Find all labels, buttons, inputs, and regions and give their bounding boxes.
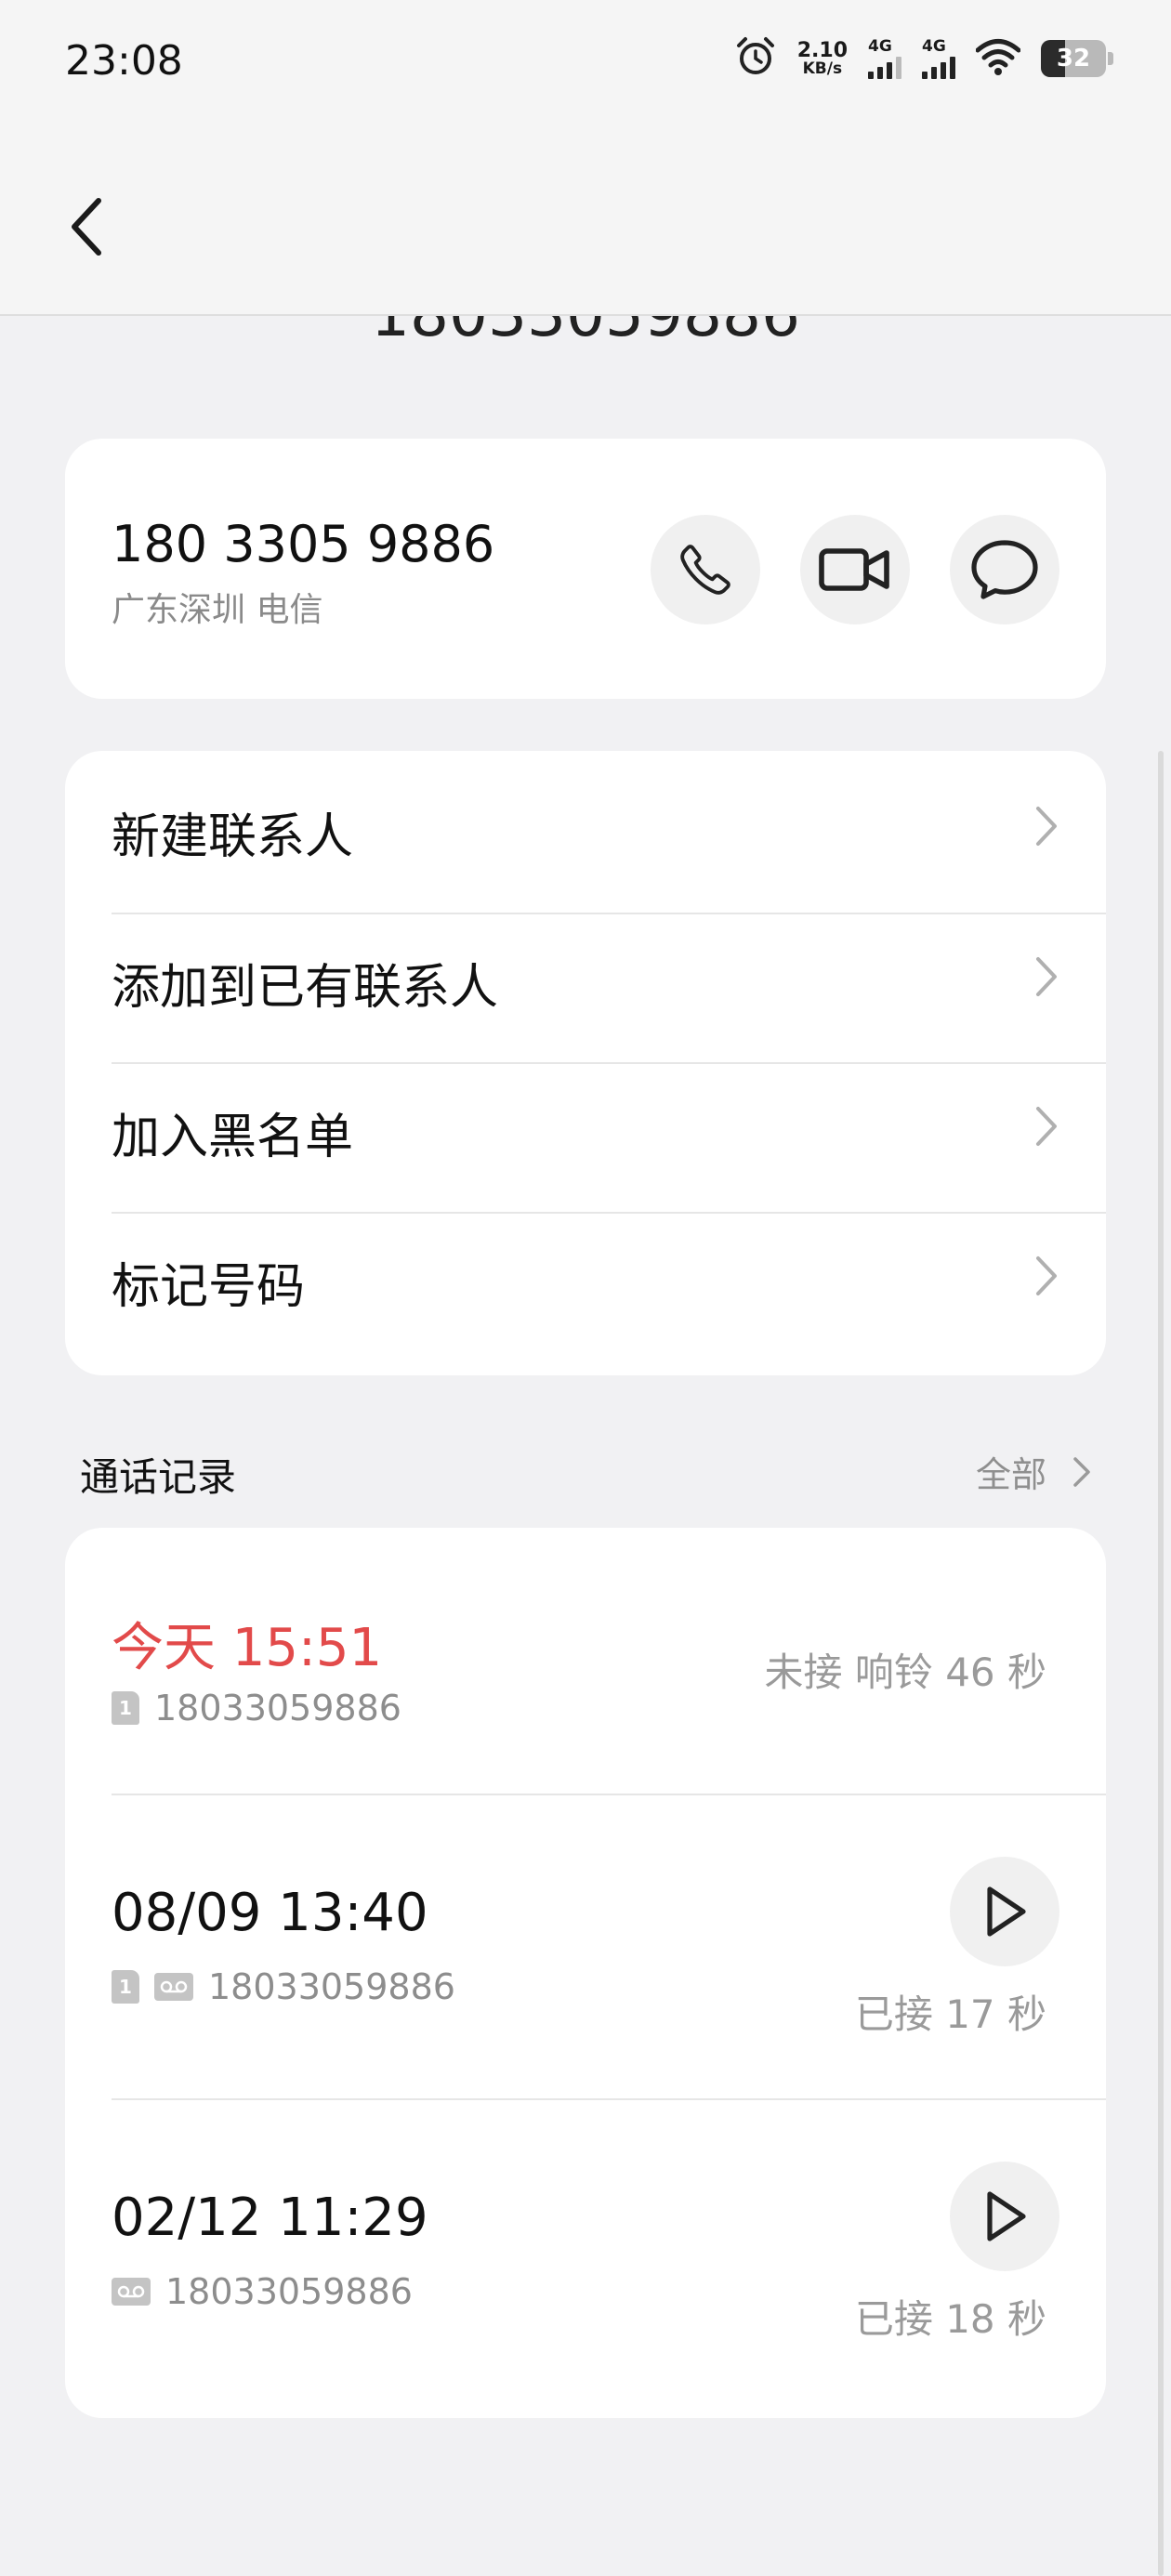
- menu-item-label: 添加到已有联系人: [112, 960, 499, 1016]
- message-button[interactable]: [950, 515, 1059, 624]
- signal-sim1: 4G: [868, 36, 901, 79]
- signal-icon: [922, 56, 955, 79]
- chevron-right-icon: [1073, 1456, 1090, 1487]
- signal-sim2: 4G: [922, 36, 955, 79]
- chevron-left-icon: [72, 198, 101, 256]
- battery-level: 32: [1056, 45, 1091, 72]
- call-number: 18033059886: [154, 1688, 401, 1728]
- call-subline: 1 18033059886: [112, 1966, 455, 2007]
- sim-card-icon: 1: [112, 1691, 139, 1725]
- signal-icon: [868, 56, 901, 79]
- divider: [112, 1794, 1106, 1795]
- actions-menu-card: 新建联系人 添加到已有联系人 加入黑名单 标记号码: [65, 751, 1106, 1375]
- menu-item-label: 标记号码: [112, 1259, 306, 1315]
- chevron-right-icon: [1036, 1256, 1057, 1295]
- sim2-network-label: 4G: [922, 36, 946, 56]
- chevron-right-icon: [1036, 957, 1057, 996]
- call-time: 08/09 13:40: [112, 1883, 428, 1943]
- video-call-icon: [819, 548, 889, 591]
- chevron-right-icon: [1036, 807, 1057, 846]
- call-subline: 18033059886: [112, 2271, 413, 2312]
- net-speed: 2.10 KB/s: [796, 38, 848, 78]
- play-recording-button[interactable]: [950, 1857, 1059, 1966]
- call-log-card: 今天 15:51 1 18033059886 未接 响铃 46 秒 08/09 …: [65, 1528, 1106, 2418]
- call-time: 02/12 11:29: [112, 2188, 428, 2248]
- status-bar: 23:08 2.10 KB/s 4G 4G 32: [0, 0, 1171, 130]
- call-log-all-label: 全部: [975, 1454, 1046, 1495]
- recording-icon: [112, 2278, 151, 2306]
- sim1-network-label: 4G: [868, 36, 892, 56]
- call-status: 未接 响铃 46 秒: [764, 1649, 1047, 1695]
- call-subline: 1 18033059886: [112, 1688, 401, 1728]
- menu-item-new-contact[interactable]: 新建联系人: [65, 751, 1106, 900]
- menu-item-label: 新建联系人: [112, 809, 354, 865]
- divider: [112, 2098, 1106, 2100]
- status-icons: 2.10 KB/s 4G 4G 32: [734, 35, 1113, 82]
- battery-icon: 32: [1041, 40, 1113, 77]
- net-speed-unit: KB/s: [802, 59, 843, 78]
- call-status: 已接 18 秒: [854, 2296, 1046, 2342]
- call-log-title: 通话记录: [80, 1454, 237, 1500]
- sim-card-icon: 1: [112, 1970, 139, 2004]
- status-time: 23:08: [65, 37, 183, 85]
- contact-card: 180 3305 9886 广东深圳 电信: [65, 439, 1106, 699]
- call-status: 已接 17 秒: [854, 1991, 1046, 2037]
- recording-icon: [154, 1973, 193, 2001]
- menu-item-blacklist[interactable]: 加入黑名单: [65, 1051, 1106, 1200]
- alarm-icon: [734, 35, 777, 82]
- phone-number: 180 3305 9886: [112, 515, 495, 573]
- call-number: 18033059886: [208, 1966, 455, 2007]
- chevron-right-icon: [1036, 1107, 1057, 1146]
- wifi-icon: [975, 38, 1021, 79]
- call-time: 今天 15:51: [112, 1618, 383, 1678]
- call-button[interactable]: [651, 515, 760, 624]
- play-icon: [987, 1886, 1026, 1937]
- net-speed-value: 2.10: [796, 38, 848, 62]
- phone-icon: [680, 545, 730, 595]
- call-log-all-link[interactable]: 全部: [976, 1446, 1091, 1497]
- phone-location: 广东深圳 电信: [112, 591, 323, 629]
- play-recording-button[interactable]: [950, 2162, 1059, 2271]
- scrollbar[interactable]: [1158, 751, 1164, 2576]
- menu-item-label: 加入黑名单: [112, 1110, 354, 1165]
- call-number: 18033059886: [165, 2271, 413, 2312]
- message-icon: [971, 540, 1038, 599]
- back-button[interactable]: [67, 190, 123, 264]
- menu-item-add-to-existing[interactable]: 添加到已有联系人: [65, 901, 1106, 1050]
- play-icon: [987, 2191, 1026, 2241]
- top-bar: [0, 130, 1171, 316]
- menu-item-mark-number[interactable]: 标记号码: [65, 1201, 1106, 1349]
- video-call-button[interactable]: [800, 515, 910, 624]
